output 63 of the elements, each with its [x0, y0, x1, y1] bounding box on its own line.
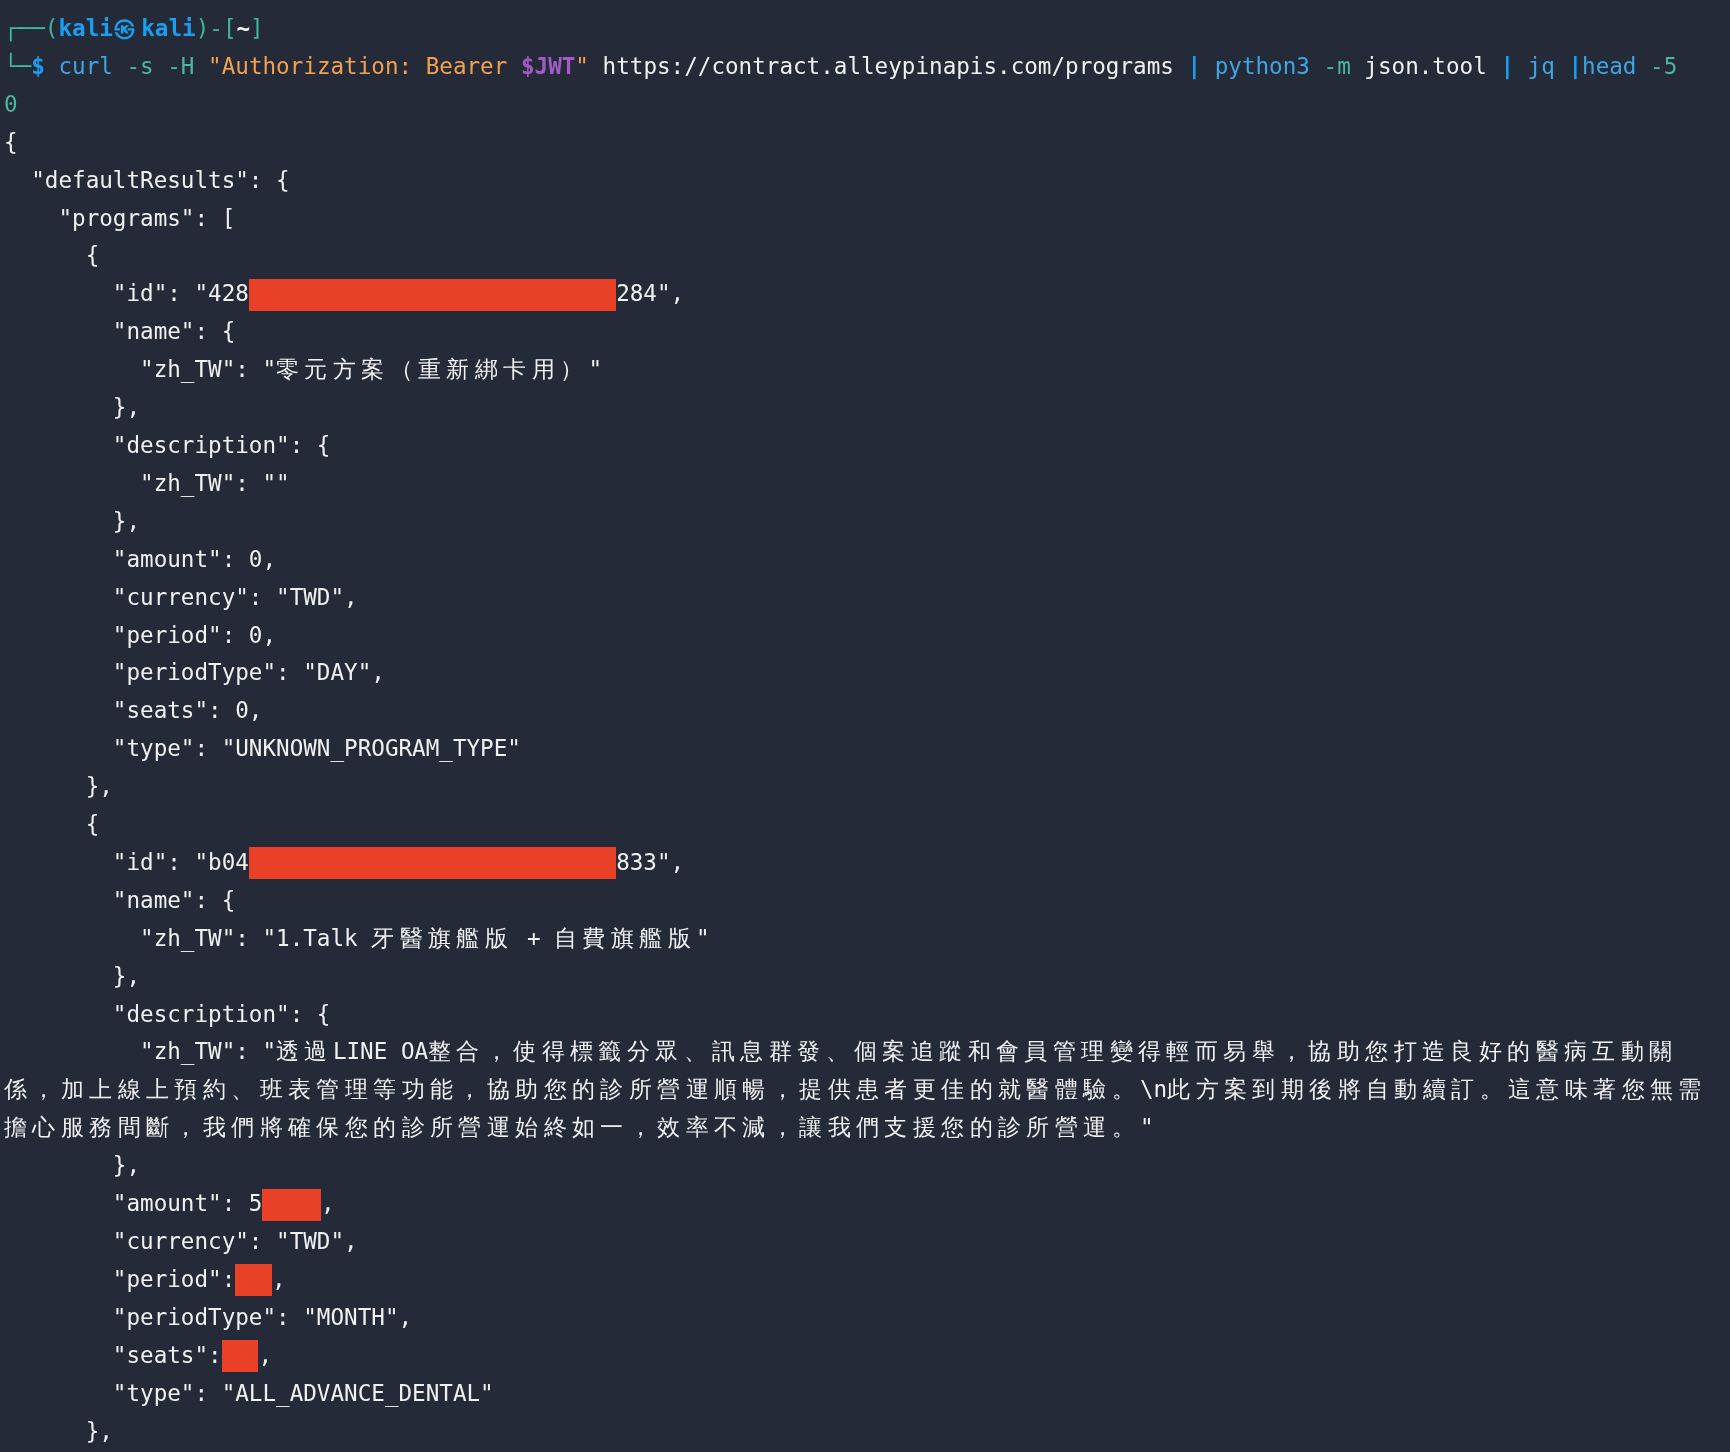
command-option: -m — [1309, 52, 1351, 79]
command-word: curl — [57, 52, 113, 79]
command-option: -5 — [1636, 52, 1678, 79]
output-text: 0 — [4, 90, 18, 117]
prompt-path: ~ — [236, 15, 251, 41]
terminal-text: "id": "b04 — [111, 848, 249, 875]
terminal-text: "periodType": "MONTH", — [111, 1303, 413, 1330]
terminal-text: "name": { — [111, 318, 236, 345]
prompt-sign: $ — [31, 52, 45, 79]
terminal-text: "currency": "TWD", — [111, 583, 358, 610]
terminal-text: }, — [111, 1152, 141, 1179]
terminal-text: "type": "ALL_ADVANCE_DENTAL" — [111, 1379, 494, 1406]
terminal-text: "amount": 5 — [111, 1190, 263, 1217]
terminal-text: }, — [111, 394, 141, 421]
terminal-text: { — [4, 128, 18, 155]
prompt-host: kali㉿kali — [58, 15, 196, 41]
pipe-symbol: | — [1567, 52, 1583, 79]
terminal-text: 833", — [616, 848, 685, 875]
terminal-text: json.tool — [1363, 52, 1487, 79]
prompt-frame: )-[ — [195, 15, 237, 41]
terminal-text: "description": { — [111, 431, 331, 458]
command-word: jq — [1526, 52, 1555, 79]
terminal-text: }, — [84, 773, 113, 800]
terminal-text: "zh_TW": "1.Talk 牙醫旗艦版 + 自費旗艦版" — [139, 924, 710, 951]
terminal-text: { — [84, 242, 100, 269]
terminal-text: "seats": 0, — [111, 697, 263, 724]
prompt-frame: └─ — [4, 52, 32, 79]
terminal-text: "periodType": "DAY", — [111, 659, 385, 686]
terminal-text: "name": { — [111, 886, 236, 913]
terminal-text: }, — [111, 962, 141, 989]
pipe-symbol: | — [1186, 52, 1202, 79]
command-word: head — [1582, 52, 1637, 79]
prompt-frame: ┌──( — [4, 15, 59, 41]
terminal-text: { — [84, 811, 100, 838]
terminal-text: "zh_TW": "" — [139, 469, 290, 496]
terminal-text: "seats": — [111, 1341, 222, 1368]
terminal-text: "programs": [ — [57, 204, 236, 231]
terminal-text: 284", — [616, 280, 685, 307]
redaction-bar — [262, 1188, 321, 1221]
terminal-text: "zh_TW": "零元方案（重新綁卡用）" — [139, 356, 603, 383]
variable-name: $JWT — [520, 52, 576, 79]
string-argument: " — [575, 52, 589, 79]
redaction-bar — [235, 1264, 272, 1297]
terminal-text: "period": 0, — [111, 621, 277, 648]
terminal-text: "period": — [111, 1265, 236, 1292]
prompt-frame: ] — [250, 15, 264, 41]
terminal-text: "amount": 0, — [111, 545, 277, 572]
terminal-text: , — [320, 1190, 335, 1217]
terminal-text: , — [258, 1341, 272, 1368]
terminal-text: "currency": "TWD", — [111, 1228, 358, 1254]
terminal-text: , — [272, 1265, 286, 1292]
terminal-text: }, — [84, 1417, 113, 1444]
command-word: python3 — [1213, 52, 1310, 79]
terminal-text: "type": "UNKNOWN_PROGRAM_TYPE" — [111, 735, 521, 762]
terminal-text: "defaultResults": { — [30, 166, 290, 193]
terminal-text: }, — [111, 507, 141, 534]
string-argument: "Authorization: Bearer — [207, 52, 509, 79]
pipe-symbol: | — [1499, 52, 1514, 79]
terminal-text: https://contract.alleypinapis.com/programs — [601, 52, 1174, 79]
command-option: -s -H — [112, 52, 195, 79]
redaction-bar — [221, 1340, 259, 1373]
terminal-text: "description": { — [111, 1000, 331, 1027]
terminal-text: "id": "428 — [111, 280, 249, 307]
